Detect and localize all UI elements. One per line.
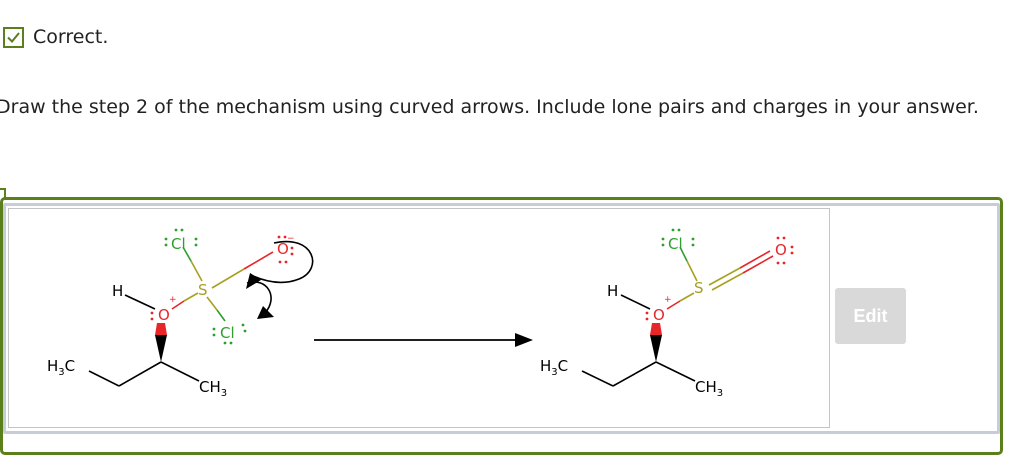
curved-arrow-sulfur-to-chloride — [246, 281, 272, 314]
product-o-double-label: O — [775, 241, 787, 259]
product-o-label: O — [653, 306, 665, 324]
product-structure: H O + S Cl O H3C CH3 — [540, 228, 794, 399]
reactant-o-charge: + — [169, 295, 177, 305]
reactant-s-label: S — [198, 281, 208, 299]
product-s-label: S — [694, 279, 704, 297]
product-ch3-label: CH3 — [695, 378, 723, 399]
product-cl-label: Cl — [668, 235, 683, 253]
reactant-ch3-label: CH3 — [199, 378, 227, 399]
product-o-charge: + — [664, 295, 672, 305]
reactant-structure: H O + S Cl Cl O − H3C CH3 — [47, 228, 314, 399]
mechanism-drawing: H O + S Cl Cl O − H3C CH3 H O + S Cl O H… — [8, 208, 830, 428]
reactant-cl-top-label: Cl — [171, 235, 186, 253]
edit-button[interactable]: Edit — [835, 288, 906, 344]
checkmark-icon — [3, 26, 24, 48]
reaction-arrow — [314, 333, 533, 347]
question-text: Draw the step 2 of the mechanism using c… — [0, 96, 979, 118]
reactant-cl-bottom-label: Cl — [220, 324, 235, 342]
product-h-label: H — [607, 282, 618, 300]
correct-status: Correct. — [3, 25, 108, 49]
mechanism-svg: H O + S Cl Cl O − H3C CH3 H O + S Cl O H… — [47, 228, 794, 399]
reactant-h-label: H — [112, 282, 123, 300]
product-h3c-label: H3C — [540, 357, 568, 378]
reactant-o-label: O — [158, 306, 170, 324]
reactant-h3c-label: H3C — [47, 357, 75, 378]
status-text: Correct. — [33, 26, 109, 48]
